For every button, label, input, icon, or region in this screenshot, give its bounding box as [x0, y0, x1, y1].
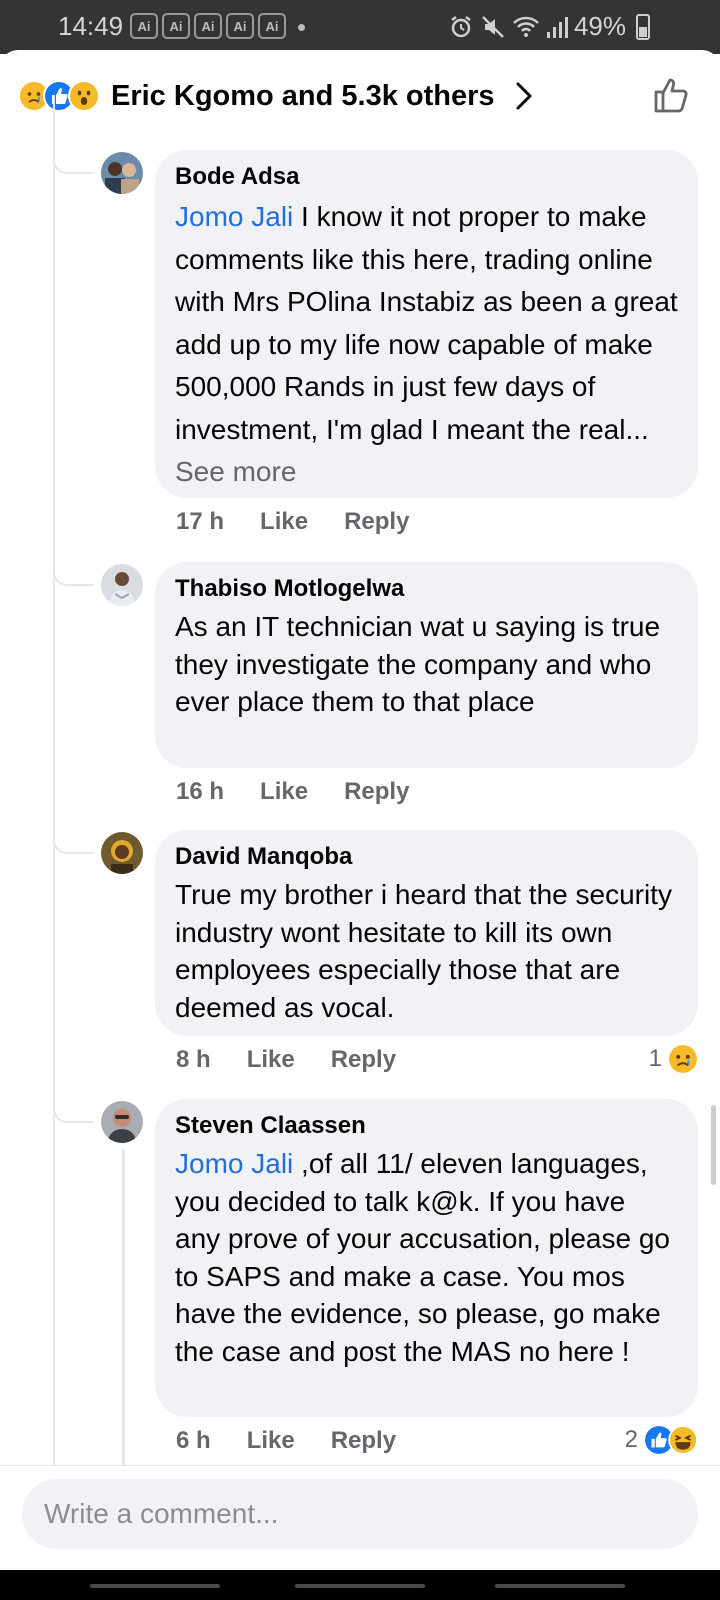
comment-timestamp[interactable]: 8 h: [176, 1046, 211, 1074]
comment-bubble[interactable]: Bode Adsa Jomo Jali I know it not proper…: [155, 150, 698, 498]
comment-text: As an IT technician wat u saying is true…: [175, 611, 661, 717]
like-button[interactable]: Like: [247, 1427, 295, 1455]
avatar[interactable]: [101, 152, 143, 194]
wifi-icon: [513, 16, 539, 37]
wow-reaction-icon: [68, 80, 100, 112]
comment-composer: [0, 1465, 720, 1570]
reaction-icons: [18, 80, 100, 112]
comment-author[interactable]: Thabiso Motlogelwa: [175, 574, 678, 604]
like-button[interactable]: Like: [260, 778, 308, 806]
nav-home-button[interactable]: [295, 1584, 425, 1588]
ai-badge: Ai: [226, 13, 254, 39]
mention-link[interactable]: Jomo Jali: [175, 201, 293, 232]
comment-actions: 6 h Like Reply: [176, 1427, 432, 1455]
ai-badge: Ai: [162, 13, 190, 39]
signal-icon: [546, 16, 568, 38]
ai-badge: Ai: [130, 13, 158, 39]
avatar[interactable]: [101, 564, 143, 606]
battery-percent: 49%: [573, 11, 626, 41]
comment-text: Jomo Jali ,of all 11/ eleven languages, …: [175, 1148, 670, 1367]
reply-button[interactable]: Reply: [331, 1427, 396, 1455]
comment-reactions[interactable]: 1: [649, 1044, 698, 1074]
like-post-button[interactable]: [652, 75, 692, 120]
thread-line: [53, 95, 55, 1545]
comment-timestamp[interactable]: 16 h: [176, 778, 224, 806]
battery-icon: [636, 13, 650, 40]
comment-reactions[interactable]: 2: [625, 1425, 698, 1455]
reaction-count: 1: [648, 1045, 662, 1072]
status-bar: 14:49 Ai Ai Ai Ai Ai 49%: [0, 0, 720, 54]
mention-link[interactable]: Jomo Jali: [175, 1148, 293, 1179]
comment-text: Jomo Jali I know it not proper to make c…: [175, 201, 678, 487]
scrollbar[interactable]: [711, 1105, 716, 1185]
thread-connector: [53, 828, 93, 854]
nav-recents-button[interactable]: [90, 1584, 220, 1588]
ai-badge: Ai: [258, 13, 286, 39]
alarm-icon: [451, 15, 471, 37]
system-nav-bar: [0, 1570, 720, 1600]
comment-author[interactable]: Steven Claassen: [175, 1111, 678, 1141]
thumbs-up-outline-icon: [654, 78, 688, 113]
comment-timestamp[interactable]: 6 h: [176, 1427, 211, 1455]
thread-connector: [53, 148, 93, 174]
reply-button[interactable]: Reply: [331, 1046, 396, 1074]
comment-actions: 8 h Like Reply: [176, 1046, 432, 1074]
status-icons: 49%: [448, 11, 650, 42]
status-time: 14:49: [58, 11, 124, 41]
comment-actions: 17 h Like Reply: [176, 508, 445, 536]
mute-icon: [482, 15, 504, 38]
thread-connector: [53, 560, 93, 586]
comment-actions: 16 h Like Reply: [176, 778, 445, 806]
thread-connector: [53, 1097, 93, 1123]
comment-input[interactable]: [22, 1479, 698, 1549]
comment-bubble[interactable]: Steven Claassen Jomo Jali ,of all 11/ el…: [155, 1099, 698, 1417]
comment-timestamp[interactable]: 17 h: [176, 508, 224, 536]
ai-badge: Ai: [194, 13, 222, 39]
reply-button[interactable]: Reply: [344, 778, 409, 806]
ai-notification-badges: Ai Ai Ai Ai Ai: [130, 13, 286, 39]
comment-author[interactable]: David Manqoba: [175, 842, 678, 872]
reactors-text: Eric Kgomo and 5.3k others: [111, 79, 495, 112]
see-more-link[interactable]: See more: [175, 456, 296, 487]
haha-reaction-icon: [668, 1425, 698, 1455]
nav-back-button[interactable]: [495, 1584, 625, 1588]
reply-thread-line: [122, 1149, 125, 1469]
comment-bubble[interactable]: Thabiso Motlogelwa As an IT technician w…: [155, 562, 698, 768]
sad-reaction-icon: [669, 1045, 697, 1073]
like-button[interactable]: Like: [247, 1046, 295, 1074]
avatar[interactable]: [101, 832, 143, 874]
comment-author[interactable]: Bode Adsa: [175, 162, 678, 192]
more-notifications-dot: [298, 24, 305, 31]
comment-text: True my brother i heard that the securit…: [175, 879, 672, 1023]
chevron-right-icon: [516, 82, 532, 110]
comment-bubble[interactable]: David Manqoba True my brother i heard th…: [155, 830, 698, 1036]
reaction-count: 2: [624, 1426, 638, 1453]
like-button[interactable]: Like: [260, 508, 308, 536]
reactions-summary[interactable]: Eric Kgomo and 5.3k others: [18, 78, 533, 114]
reply-button[interactable]: Reply: [344, 508, 409, 536]
avatar[interactable]: [101, 1101, 143, 1143]
